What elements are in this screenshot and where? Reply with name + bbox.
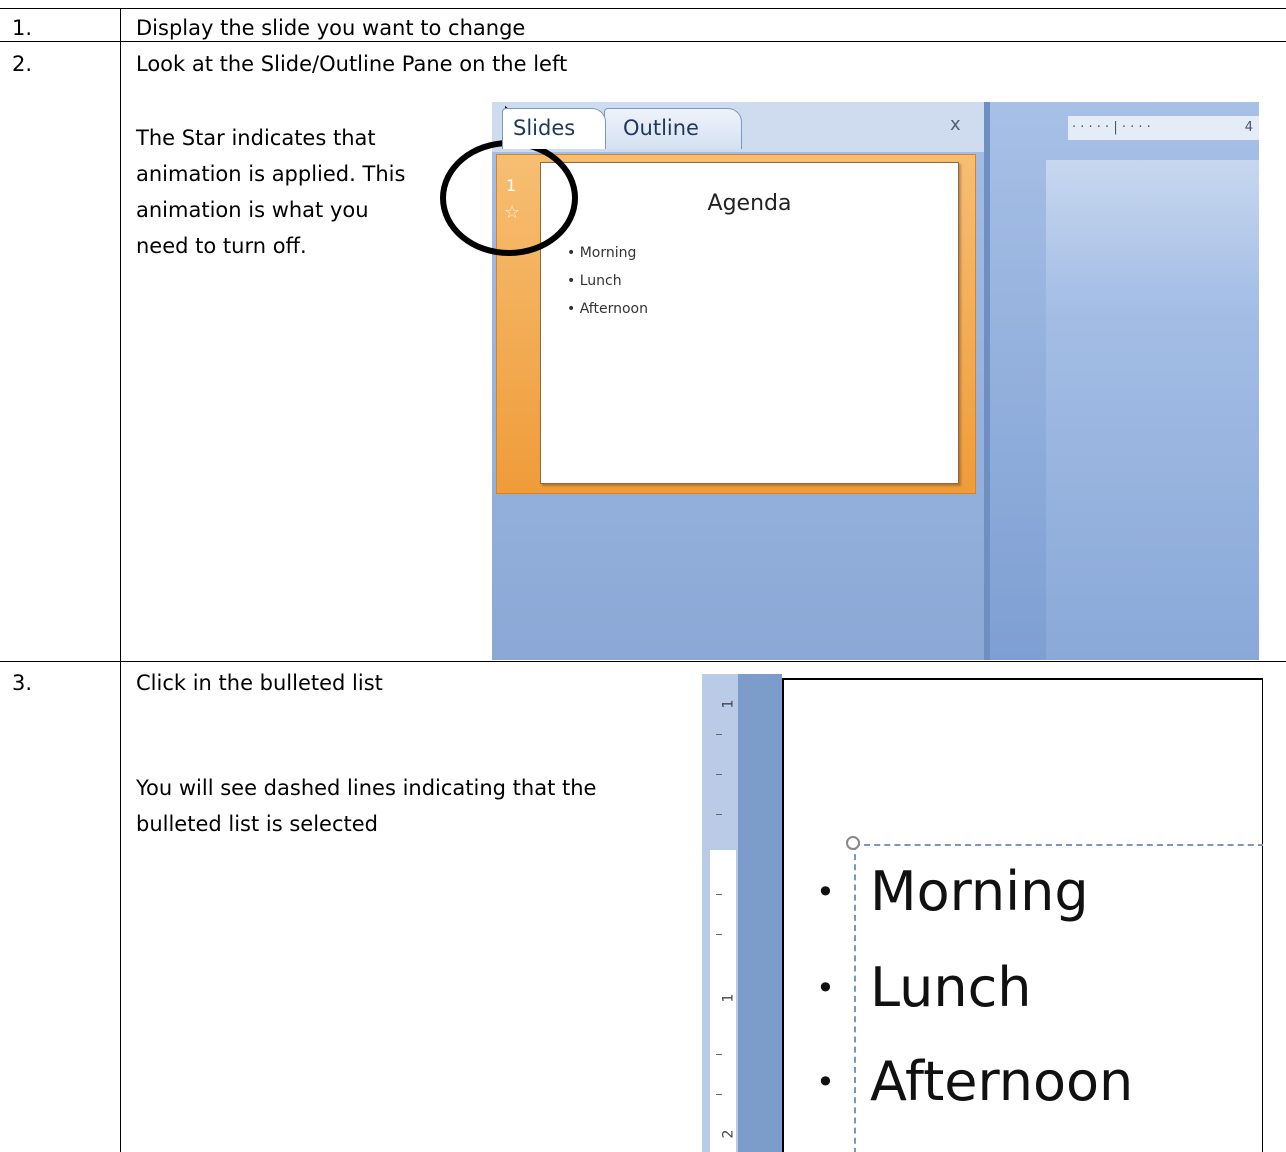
bullet-icon: •	[816, 969, 835, 1007]
selection-dashed-border	[854, 844, 856, 1152]
thumbnail-bullet: • Morning	[567, 245, 637, 261]
slide-canvas-edge	[1046, 160, 1259, 660]
thumbnail-bullet-text: Lunch	[579, 273, 622, 289]
ruler-tick	[716, 1094, 722, 1095]
vertical-ruler: 1 1 2	[702, 674, 738, 1152]
step-note-line: bulleted list is selected	[136, 812, 379, 836]
thumbnail-bullet: • Afternoon	[567, 301, 648, 317]
table-column-border	[120, 8, 121, 1152]
tab-slides[interactable]: Slides	[502, 108, 606, 149]
bullet-icon: •	[816, 873, 835, 911]
step-note-line: The Star indicates that	[136, 126, 376, 150]
table-row-border	[0, 661, 1286, 662]
slide-title: Agenda	[707, 191, 792, 216]
ruler-tick	[716, 894, 722, 895]
table-row-border	[0, 41, 1286, 42]
table-top-border	[0, 8, 1286, 9]
list-item[interactable]: • Lunch	[816, 956, 1032, 1019]
selection-dashed-border	[854, 844, 1263, 846]
step-text: Look at the Slide/Outline Pane on the le…	[136, 52, 568, 76]
thumbnail-bullet-text: Morning	[579, 245, 637, 261]
step-text: Click in the bulleted list	[136, 671, 383, 695]
step-note-line: need to turn off.	[136, 234, 307, 258]
step-note-line: animation is what you	[136, 198, 369, 222]
list-item-text: Lunch	[870, 956, 1032, 1019]
ruler-label: 4	[1244, 120, 1253, 135]
step-text: Display the slide you want to change	[136, 16, 526, 40]
slide-thumbnail[interactable]: Agenda • Morning • Lunch • Afternoon	[540, 162, 959, 484]
ruler-tick	[716, 814, 722, 815]
rotation-handle[interactable]	[846, 836, 860, 850]
slides-pane-screenshot: Slides Outline x 1 ☆ Agenda • Morning • …	[492, 102, 1259, 660]
ruler-tick	[716, 774, 722, 775]
step-number: 1.	[12, 16, 33, 40]
list-item[interactable]: • Afternoon	[816, 1050, 1134, 1113]
slide-editing-area: · · · · · | · · · · 4	[990, 102, 1259, 660]
ruler-label: 2	[720, 1129, 737, 1139]
step-number: 3.	[12, 671, 33, 695]
close-icon[interactable]: x	[950, 114, 961, 135]
ruler-tick	[716, 934, 722, 935]
bulleted-list-screenshot: 1 1 2 • Morning • Lunch • Afternoon	[696, 674, 1263, 1152]
ruler-tick	[716, 1054, 722, 1055]
list-item-text: Morning	[870, 860, 1089, 923]
step-note-line: You will see dashed lines indicating tha…	[136, 776, 597, 800]
step-number: 2.	[12, 52, 33, 76]
ruler-label: 1	[720, 699, 737, 709]
highlight-circle	[440, 140, 578, 256]
step-note-line: animation is applied. This	[136, 162, 406, 186]
pane-splitter	[738, 674, 782, 1152]
pane-tab-bar: Slides Outline x	[492, 102, 984, 152]
tab-outline[interactable]: Outline	[604, 108, 742, 149]
ruler-label: 1	[720, 993, 737, 1003]
horizontal-ruler: · · · · · | · · · · 4	[1068, 116, 1259, 140]
thumbnail-bullet: • Lunch	[567, 273, 622, 289]
slide-canvas[interactable]: • Morning • Lunch • Afternoon	[782, 678, 1263, 1152]
ruler-tick	[716, 734, 722, 735]
thumbnail-bullet-text: Afternoon	[579, 301, 648, 317]
bullet-icon: •	[816, 1063, 835, 1101]
list-item[interactable]: • Morning	[816, 860, 1089, 923]
list-item-text: Afternoon	[870, 1050, 1134, 1113]
